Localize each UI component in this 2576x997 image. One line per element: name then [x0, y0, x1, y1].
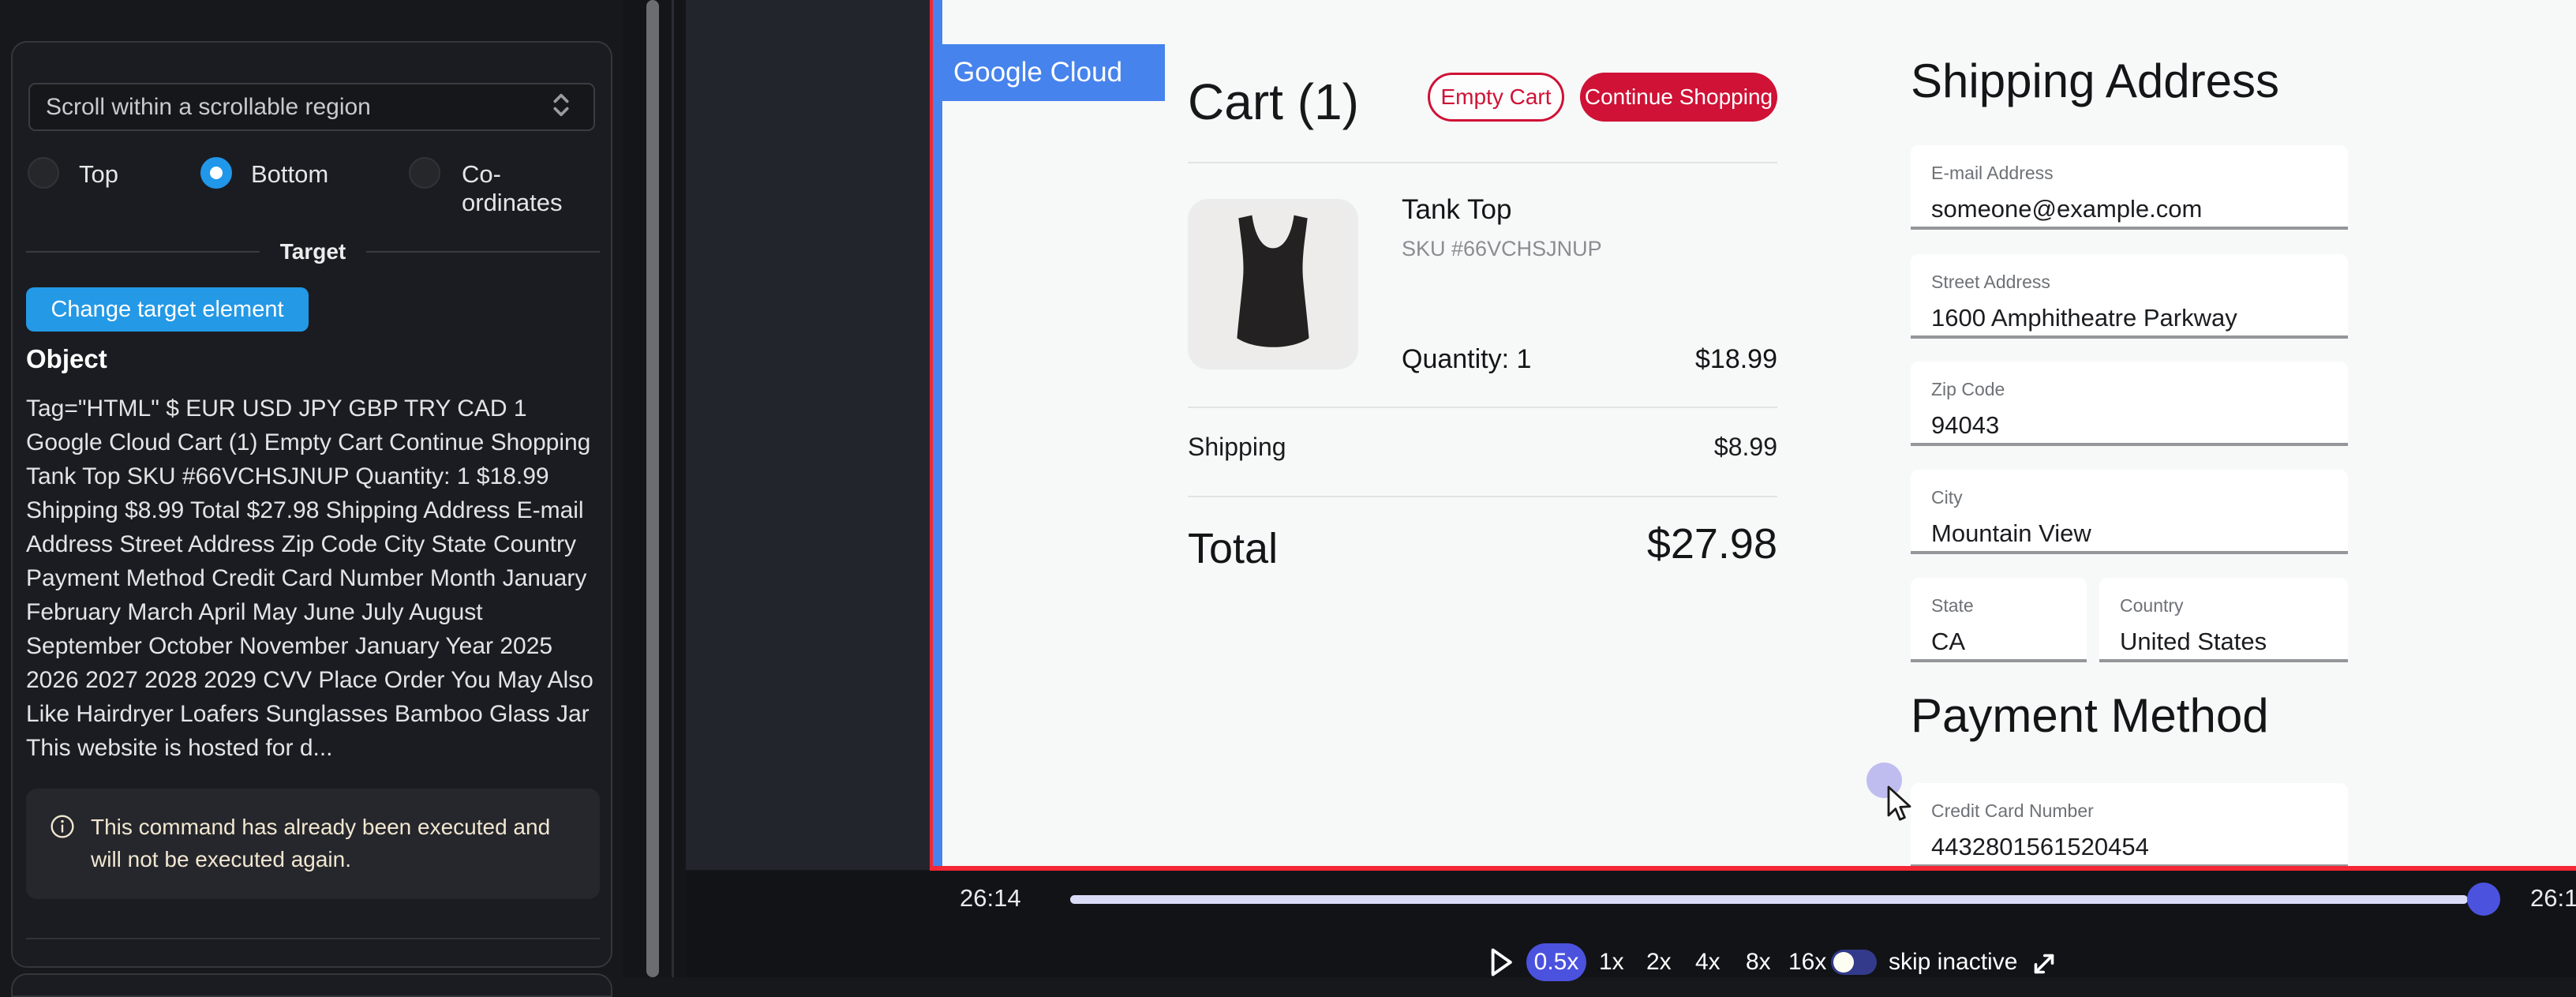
speed-8x-button[interactable]: 8x — [1746, 949, 1771, 976]
city-field[interactable]: City Mountain View — [1911, 470, 2348, 554]
state-field[interactable]: State CA — [1911, 578, 2087, 662]
select-chevrons-icon — [548, 89, 575, 125]
country-field-value: United States — [2120, 628, 2348, 656]
speed-4x-button[interactable]: 4x — [1695, 949, 1720, 976]
country-field-label: Country — [2120, 595, 2348, 617]
credit-card-field[interactable]: Credit Card Number 4432801561520454 — [1911, 783, 2348, 868]
info-icon — [50, 814, 75, 899]
object-target-text: Tag="HTML" $ EUR USD JPY GBP TRY CAD 1 G… — [26, 392, 604, 765]
command-sidebar: Scroll within a scrollable region Top Bo… — [0, 0, 623, 977]
product-name: Tank Top — [1402, 194, 1511, 226]
total-row-value: $27.98 — [1500, 519, 1777, 568]
zip-field[interactable]: Zip Code 94043 — [1911, 362, 2348, 446]
timeline-track[interactable] — [1070, 895, 2468, 904]
mouse-cursor-icon — [1885, 785, 1918, 827]
city-field-label: City — [1931, 487, 2348, 508]
skip-inactive-toggle[interactable] — [1831, 950, 1877, 975]
target-section-divider: Target — [26, 239, 600, 264]
street-field-label: Street Address — [1931, 272, 2348, 293]
continue-shopping-button[interactable]: Continue Shopping — [1580, 73, 1777, 122]
country-field[interactable]: Country United States — [2099, 578, 2348, 662]
radio-coordinates[interactable] — [409, 157, 440, 189]
workspace-background — [686, 0, 930, 870]
target-element-highlight — [933, 0, 942, 866]
divider — [1188, 496, 1777, 497]
speed-16x-button[interactable]: 16x — [1788, 949, 1826, 976]
speed-2x-button[interactable]: 2x — [1646, 949, 1672, 976]
divider-line — [366, 251, 600, 253]
divider — [1188, 162, 1777, 163]
speed-1x-button[interactable]: 1x — [1599, 949, 1624, 976]
state-field-label: State — [1931, 595, 2087, 617]
play-button[interactable] — [1487, 946, 1515, 982]
radio-bottom-label: Bottom — [251, 160, 328, 189]
state-field-value: CA — [1931, 628, 2087, 656]
divider-line — [26, 251, 260, 253]
radio-top-label: Top — [79, 160, 118, 189]
panel-divider — [26, 938, 600, 939]
street-field[interactable]: Street Address 1600 Amphitheatre Parkway — [1911, 254, 2348, 339]
shipping-row-label: Shipping — [1188, 433, 1286, 462]
product-image-tank-top — [1188, 199, 1358, 369]
radio-bottom[interactable] — [200, 157, 232, 189]
current-time-label: 26:14 — [960, 884, 1021, 913]
shipping-row-value: $8.99 — [1578, 433, 1777, 462]
email-field[interactable]: E-mail Address someone@example.com — [1911, 145, 2348, 230]
payment-method-heading: Payment Method — [1911, 688, 2269, 743]
total-row-label: Total — [1188, 524, 1278, 573]
object-heading: Object — [26, 344, 107, 374]
street-field-value: 1600 Amphitheatre Parkway — [1931, 304, 2348, 332]
target-section-label: Target — [280, 239, 346, 264]
empty-cart-button[interactable]: Empty Cart — [1428, 73, 1564, 122]
zip-field-value: 94043 — [1931, 411, 2348, 440]
execution-notice-text: This command has already been executed a… — [91, 811, 579, 899]
toggle-knob — [1833, 952, 1854, 973]
timeline-thumb[interactable] — [2467, 883, 2500, 916]
radio-top[interactable] — [28, 157, 59, 189]
change-target-button[interactable]: Change target element — [26, 287, 309, 332]
scroll-position-radios: Top Bottom Co-ordinates — [26, 155, 600, 191]
gutter-divider — [672, 0, 674, 977]
end-time-label: 26:15 — [2530, 884, 2576, 913]
command-type-select[interactable]: Scroll within a scrollable region — [28, 83, 595, 131]
panel-scrollbar[interactable] — [646, 0, 659, 977]
cart-title: Cart (1) — [1188, 73, 1359, 131]
recorded-webpage: Cart (1) Empty Cart Continue Shopping Ta… — [942, 0, 2576, 868]
city-field-value: Mountain View — [1931, 519, 2348, 548]
google-cloud-badge: Google Cloud — [933, 44, 1165, 101]
credit-card-field-label: Credit Card Number — [1931, 800, 2348, 822]
speed-0.5x-button[interactable]: 0.5x — [1526, 943, 1586, 981]
execution-notice: This command has already been executed a… — [26, 789, 600, 899]
product-sku: SKU #66VCHSJNUP — [1402, 237, 1602, 261]
command-type-value: Scroll within a scrollable region — [46, 94, 548, 121]
skip-inactive-label: skip inactive — [1889, 949, 2017, 976]
email-field-value: someone@example.com — [1931, 195, 2348, 223]
email-field-label: E-mail Address — [1931, 163, 2348, 184]
product-quantity: Quantity: 1 — [1402, 344, 1531, 375]
product-price: $18.99 — [1578, 344, 1777, 375]
zip-field-label: Zip Code — [1931, 379, 2348, 400]
shipping-address-heading: Shipping Address — [1911, 54, 2279, 108]
credit-card-field-value: 4432801561520454 — [1931, 833, 2348, 861]
divider — [1188, 407, 1777, 408]
radio-coordinates-label: Co-ordinates — [462, 160, 600, 217]
